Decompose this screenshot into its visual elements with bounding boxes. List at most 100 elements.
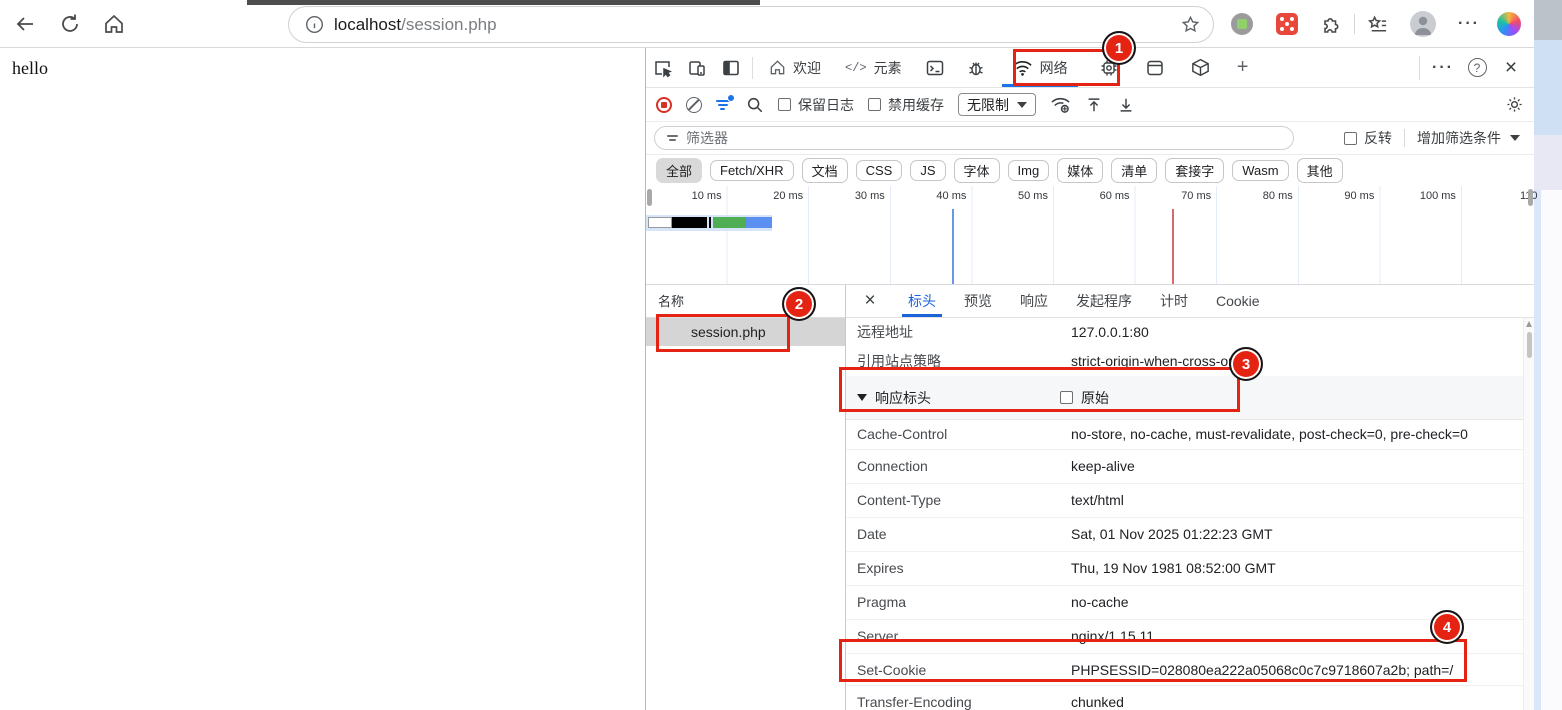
header-row: Cache-Control no-store, no-cache, must-r… [846,420,1534,450]
inspect-cursor-icon [653,58,673,78]
annotation-step-2: 2 [782,287,816,321]
header-value: text/html [1071,490,1124,511]
filter-pill-font[interactable]: 字体 [954,158,1000,183]
import-har-icon[interactable] [1085,96,1103,114]
tab-welcome-label: 欢迎 [793,58,821,78]
domcontentloaded-marker [952,209,954,284]
tab-timing[interactable]: 计时 [1146,285,1202,317]
filter-pill-js[interactable]: JS [910,160,945,181]
filter-input[interactable]: 筛选器 [654,126,1294,150]
filter-pill-wasm[interactable]: Wasm [1232,160,1288,181]
devtools-menu-button[interactable]: ··· [1426,59,1460,77]
disable-cache-checkbox[interactable]: 禁用缓存 [868,95,944,115]
extension-badge[interactable] [1229,11,1255,37]
tab-preview[interactable]: 预览 [950,285,1006,317]
tab-3d-view[interactable] [1184,48,1218,87]
collections-star-icon [1366,13,1389,36]
tab-initiator[interactable]: 发起程序 [1062,285,1146,317]
filter-pill-socket[interactable]: 套接字 [1165,158,1224,183]
more-filters-button[interactable]: 增加筛选条件 [1417,128,1520,148]
header-name: Expires [857,558,1071,579]
load-event-marker [1172,209,1174,284]
tick-label: 90 ms [1299,186,1381,208]
avatar [1410,11,1436,37]
copilot-button[interactable] [1496,11,1522,37]
header-value: Sat, 01 Nov 2025 01:22:23 GMT [1071,524,1273,545]
filter-pill-doc[interactable]: 文档 [802,158,848,183]
network-overview-timeline[interactable]: 10 ms 20 ms 30 ms 40 ms 50 ms 60 ms 70 m… [646,186,1534,285]
back-icon [14,13,36,35]
favorites-list-button[interactable] [1364,11,1390,37]
profile-button[interactable] [1410,11,1436,37]
refresh-button[interactable] [56,10,84,38]
filter-pill-fetch-xhr[interactable]: Fetch/XHR [710,160,794,181]
devtools-close-button[interactable]: × [1494,56,1528,80]
dropdown-arrow-icon [1510,135,1520,141]
network-conditions-icon[interactable] [1050,96,1071,114]
tab-response[interactable]: 响应 [1006,285,1062,317]
waterfall-waiting-segment [713,217,746,228]
tab-elements[interactable]: </> 元素 [833,48,914,87]
timeline-ruler: 10 ms 20 ms 30 ms 40 ms 50 ms 60 ms 70 m… [646,186,1534,208]
export-har-icon[interactable] [1117,96,1135,114]
search-icon[interactable] [746,96,764,114]
tab-application[interactable] [1138,48,1172,87]
inspect-element-button[interactable] [646,48,680,87]
header-value: no-store, no-cache, must-revalidate, pos… [1071,424,1468,445]
tab-debugger[interactable] [956,48,996,87]
tabbar-divider [752,57,753,79]
dice-extension[interactable] [1274,11,1300,37]
invert-label: 反转 [1364,128,1392,148]
header-value: no-cache [1071,592,1129,613]
extensions-button[interactable] [1318,11,1344,37]
filter-pill-css[interactable]: CSS [856,160,903,181]
tab-headers[interactable]: 标头 [894,285,950,317]
record-stop-button[interactable] [656,97,672,113]
console-icon [925,58,945,78]
more-tabs-button[interactable]: + [1226,48,1260,87]
address-bar[interactable]: localhost/session.php [288,6,1214,43]
checkbox-icon [1344,132,1357,145]
clear-requests-button[interactable] [686,97,702,113]
page-content: hello [0,48,645,710]
overview-right-handle[interactable] [1528,189,1533,206]
toolbar-divider [1354,14,1355,34]
filter-pill-media[interactable]: 媒体 [1057,158,1103,183]
filter-pill-manifest[interactable]: 清单 [1111,158,1157,183]
overview-left-handle[interactable] [647,189,652,206]
favorite-star-icon[interactable] [1180,14,1201,35]
close-details-button[interactable]: × [846,285,894,317]
filter-pill-img[interactable]: Img [1008,160,1050,181]
back-button[interactable] [11,10,39,38]
header-value: Thu, 19 Nov 1981 08:52:00 GMT [1071,558,1276,579]
device-emulation-button[interactable] [680,48,714,87]
throttling-select[interactable]: 无限制 [958,93,1036,116]
filter-pill-other[interactable]: 其他 [1297,158,1343,183]
waterfall-queueing-segment [648,217,672,228]
header-row: Transfer-Encoding chunked [846,686,1534,710]
dice-icon [1276,13,1298,35]
home-button[interactable] [100,10,128,38]
tab-cookies[interactable]: Cookie [1202,285,1274,317]
tick-label: 30 ms [809,186,891,208]
devtools-help-button[interactable]: ? [1460,58,1494,77]
preserve-log-checkbox[interactable]: 保留日志 [778,95,854,115]
scroll-up-arrow-icon[interactable] [1526,321,1532,327]
scrollbar-thumb[interactable] [1527,332,1532,358]
network-settings-gear-icon[interactable] [1505,95,1524,114]
details-tab-bar: × 标头 预览 响应 发起程序 计时 Cookie [846,285,1534,318]
tick-label: 20 ms [728,186,810,208]
browser-menu-button[interactable]: ··· [1456,11,1482,37]
tabbar-right-divider [1419,56,1420,80]
filter-toggle-button[interactable] [716,98,732,112]
details-scrollbar[interactable] [1523,318,1534,710]
site-info-icon[interactable] [305,15,324,34]
dock-side-button[interactable] [714,48,748,87]
header-name: Content-Type [857,490,1071,511]
tab-welcome[interactable]: 欢迎 [757,48,833,87]
invert-checkbox[interactable]: 反转 [1344,128,1392,148]
tick-label: 50 ms [972,186,1054,208]
header-value: chunked [1071,692,1124,710]
filter-pill-all[interactable]: 全部 [656,158,702,183]
tab-console[interactable] [914,48,956,87]
